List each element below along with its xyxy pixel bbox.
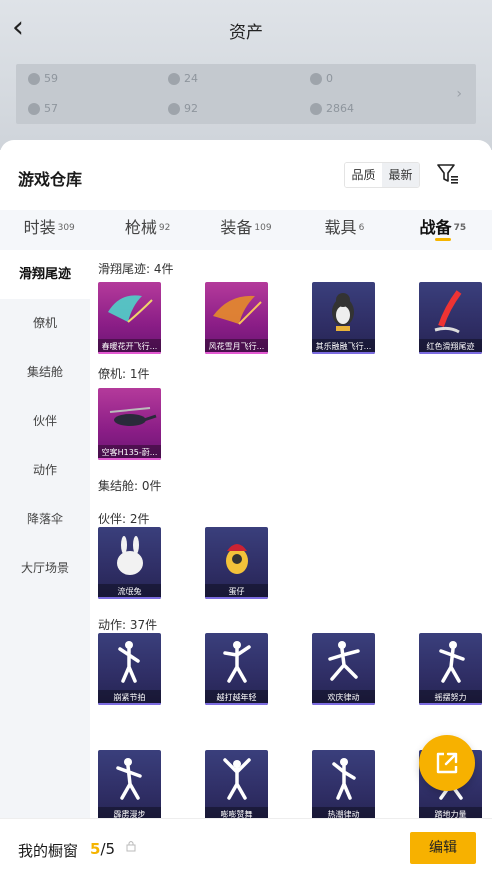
sheet-title: 游戏仓库: [18, 170, 83, 189]
stat-item: 24: [168, 72, 198, 85]
item-card[interactable]: 越打越年轻: [205, 633, 268, 705]
item-grid: 滑翔尾迹: 4件 春暖花开飞行... 风花雪月飞行... 其乐融融飞行... 红…: [90, 250, 492, 818]
stat-item: 59: [28, 72, 58, 85]
sub-category-sidebar: 滑翔尾迹 僚机 集结舱 伙伴 动作 降落伞 大厅场景: [0, 250, 90, 818]
wing-icon: [213, 295, 262, 325]
asset-header: ‹ 资产 59 24 0 57 92 2864 ›: [0, 0, 492, 150]
stat-item: 57: [28, 102, 58, 115]
item-card[interactable]: 春暖花开飞行...: [98, 282, 161, 354]
sidebar-item-trail[interactable]: 滑翔尾迹: [0, 250, 90, 299]
section-label: 动作: 37件: [98, 618, 158, 632]
stat-item: 2864: [310, 102, 354, 115]
stat-item: 0: [310, 72, 333, 85]
coin-icon: [168, 102, 180, 115]
item-card[interactable]: 嘭嘭赞舞: [205, 750, 268, 818]
section-label: 伙伴: 2件: [98, 512, 150, 526]
edit-button[interactable]: 编辑: [410, 832, 476, 864]
sidebar-item-emote[interactable]: 动作: [0, 446, 90, 495]
chevron-right-icon[interactable]: ›: [456, 86, 462, 102]
section-label: 滑翔尾迹: 4件: [98, 262, 174, 276]
tab-battle-prep[interactable]: 战备 75: [394, 210, 492, 250]
sort-latest-button[interactable]: 最新: [382, 163, 419, 187]
helicopter-icon: [109, 407, 157, 426]
stat-item: 92: [168, 102, 198, 115]
tab-fashion[interactable]: 时装 309: [0, 210, 98, 250]
wing-icon: [108, 295, 153, 323]
coin-icon: [310, 102, 322, 115]
sort-quality-button[interactable]: 品质: [345, 163, 382, 187]
dancer-icon: [328, 641, 360, 681]
app-root: ‹ 资产 59 24 0 57 92 2864 › 游戏仓库 品质 最新 时装 3…: [0, 0, 492, 876]
sidebar-item-parachute[interactable]: 降落伞: [0, 495, 90, 544]
share-icon: [436, 752, 458, 774]
item-card[interactable]: 风花雪月飞行...: [205, 282, 268, 354]
filter-icon[interactable]: [437, 164, 459, 184]
item-card[interactable]: 蛋仔: [205, 527, 268, 599]
item-card[interactable]: 热潮律动: [312, 750, 375, 818]
penguin-icon: [332, 293, 354, 331]
sort-toggle: 品质 最新: [344, 162, 420, 188]
share-button[interactable]: [419, 735, 475, 791]
coin-icon: [310, 72, 322, 85]
section-label: 僚机: 1件: [98, 367, 150, 381]
sidebar-item-partner[interactable]: 伙伴: [0, 397, 90, 446]
egg-icon: [226, 544, 248, 574]
tab-active-indicator: [434, 238, 451, 241]
dancer-icon: [223, 641, 251, 683]
coin-icon: [28, 72, 40, 85]
tab-guns[interactable]: 枪械 92: [98, 210, 196, 250]
item-card[interactable]: 霹雳漫步: [98, 750, 161, 818]
showcase-count: 5/5: [90, 840, 116, 858]
coin-icon: [168, 72, 180, 85]
dancer-icon: [118, 641, 140, 683]
page-title: 资产: [229, 23, 263, 43]
dancer-icon: [223, 758, 251, 800]
rabbit-icon: [117, 536, 143, 575]
item-card[interactable]: 摇摆努力: [419, 633, 482, 705]
section-label: 集结舱: 0件: [98, 479, 162, 493]
item-card[interactable]: 流氓兔: [98, 527, 161, 599]
sidebar-item-pod[interactable]: 集结舱: [0, 348, 90, 397]
category-tabs: 时装 309 枪械 92 装备 109 载具 6 战备 75: [0, 210, 492, 250]
item-card[interactable]: 空客H135-蔚...: [98, 388, 161, 460]
dancer-icon: [439, 641, 465, 683]
showcase-label: 我的橱窗: [18, 842, 79, 860]
item-card[interactable]: 其乐融融飞行...: [312, 282, 375, 354]
sidebar-item-lobby-scene[interactable]: 大厅场景: [0, 544, 90, 593]
item-card[interactable]: 欢庆律动: [312, 633, 375, 705]
showcase-bar: 我的橱窗 5/5 编辑: [0, 818, 492, 876]
tab-equipment[interactable]: 装备 109: [197, 210, 295, 250]
dancer-icon: [332, 758, 356, 800]
stats-panel: 59 24 0 57 92 2864 ›: [16, 64, 476, 124]
sidebar-item-wingman[interactable]: 僚机: [0, 299, 90, 348]
lock-icon: [126, 840, 136, 855]
tab-vehicles[interactable]: 载具 6: [295, 210, 393, 250]
item-card[interactable]: 崩紧节拍: [98, 633, 161, 705]
dancer-icon: [116, 758, 142, 800]
coin-icon: [28, 102, 40, 115]
item-card[interactable]: 红色滑翔尾迹: [419, 282, 482, 354]
trail-icon: [434, 290, 462, 334]
